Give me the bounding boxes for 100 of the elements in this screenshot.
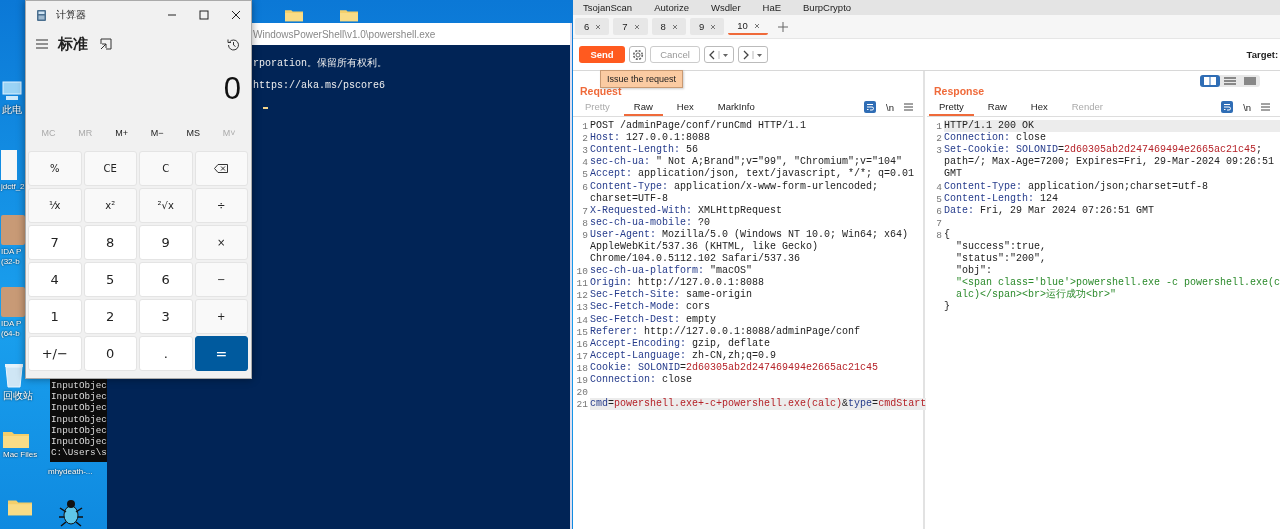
code-line: {	[944, 228, 951, 241]
view-tab[interactable]: Hex	[1020, 98, 1058, 116]
mode-title: 标准	[58, 34, 88, 54]
bug-icon[interactable]	[58, 498, 84, 528]
console-line: InputObjec	[51, 380, 107, 392]
line-number: 15	[576, 326, 588, 338]
console-line: rporation。保留所有权利。	[253, 57, 388, 71]
plus-icon[interactable]	[777, 21, 788, 32]
newline-toggle[interactable]: \n	[886, 101, 894, 113]
line-number: 17	[576, 350, 588, 362]
calculator-key[interactable]: 2	[83, 299, 137, 334]
calculator-key[interactable]: +	[194, 299, 248, 334]
folder-icon[interactable]	[3, 430, 29, 448]
code-line: Date: Fri, 29 Mar 2024 07:26:51 GMT	[944, 204, 1156, 217]
repeater-tab[interactable]: 7	[613, 18, 648, 35]
calculator-key[interactable]: C	[139, 151, 193, 186]
line-number: 11	[576, 278, 588, 290]
line-number: 9	[582, 229, 588, 241]
calculator-key[interactable]: 7	[28, 225, 82, 260]
line-number: 5	[582, 169, 588, 181]
code-line: Sec-Fetch-Site: same-origin	[590, 289, 754, 301]
keep-on-top-icon[interactable]	[100, 38, 112, 50]
forward-button[interactable]	[738, 46, 768, 63]
calculator-key[interactable]: ×	[194, 225, 248, 260]
calculator-key[interactable]: 4	[28, 262, 82, 297]
code-line: Content-Type: application/x-www-form-urlencoded;	[590, 180, 880, 193]
memory-button[interactable]: M+	[115, 128, 128, 138]
calculator-key[interactable]: 8	[83, 225, 137, 260]
text-cursor	[263, 107, 268, 109]
line-number: 13	[576, 302, 588, 314]
code-line: sec-ch-ua-platform: "macOS"	[590, 265, 754, 277]
settings-button[interactable]	[629, 46, 646, 63]
window-title: 计算器	[56, 8, 86, 22]
history-icon[interactable]	[227, 37, 240, 51]
maximize-icon[interactable]	[199, 10, 209, 20]
code-line: sec-ch-ua-mobile: ?0	[590, 216, 712, 229]
calculator-key[interactable]: 5	[83, 262, 137, 297]
calculator-key[interactable]: x²	[83, 188, 137, 223]
code-line: User-Agent: Mozilla/5.0 (Windows NT 10.0; Win64; x64)	[590, 228, 910, 241]
code-line: Referer: http://127.0.0.1:8088/adminPage/conf	[590, 325, 862, 338]
code-line: Sec-Fetch-Dest: empty	[590, 313, 718, 326]
close-icon[interactable]	[231, 10, 241, 20]
calculator-key[interactable]: 6	[139, 262, 193, 297]
code-line: Connection: close	[944, 132, 1048, 144]
code-line: POST /adminPage/conf/runCmd HTTP/1.1	[590, 120, 808, 133]
line-number: 7	[582, 205, 588, 217]
repeater-tab[interactable]: 8	[651, 18, 686, 35]
menu-icon[interactable]	[1261, 103, 1271, 111]
back-button[interactable]	[704, 46, 734, 63]
computer-icon[interactable]	[2, 80, 22, 102]
code-line: path=/; Max-Age=7200; Expires=Fri, 29-Mar-2024 09:26:51	[944, 156, 1276, 169]
code-line: Content-Length: 56	[590, 144, 700, 156]
console-line: InputObjec	[51, 413, 107, 425]
extension-tab[interactable]: HaE	[762, 2, 782, 13]
wrap-icon[interactable]	[1221, 101, 1234, 113]
pane-title: Response	[934, 85, 985, 97]
layout-toggle[interactable]	[1200, 75, 1221, 87]
console-line: C:\Users\s	[51, 447, 107, 459]
extension-tab[interactable]: TsojanScan	[583, 2, 633, 13]
extension-tab[interactable]: BurpCrypto	[803, 2, 852, 13]
wrap-icon[interactable]	[864, 101, 877, 113]
recycle-bin-icon[interactable]	[3, 362, 25, 388]
calculator-key[interactable]: −	[194, 262, 248, 297]
memory-button[interactable]: M−	[150, 128, 164, 138]
calculator-key[interactable]: ¹⁄x	[28, 188, 82, 223]
menu-icon[interactable]	[904, 103, 913, 111]
folder-icon[interactable]	[8, 498, 32, 516]
code-line: alc)</span><br>运行成功<br>"	[955, 289, 1117, 302]
line-number: 7	[936, 217, 942, 229]
calculator-key[interactable]	[194, 151, 248, 186]
calculator-key[interactable]: 0	[83, 336, 137, 371]
extension-tab[interactable]: Wsdler	[711, 2, 741, 13]
view-tab[interactable]: MarkInfo	[707, 98, 765, 116]
extension-tab[interactable]: Autorize	[654, 2, 689, 13]
newline-toggle[interactable]: \n	[1243, 101, 1252, 113]
console-line: https://aka.ms/pscore6	[253, 79, 387, 93]
memory-button[interactable]: MS	[186, 128, 200, 138]
desktop-icon-label[interactable]: 此电	[2, 104, 24, 116]
repeater-tab[interactable]: 9	[689, 18, 725, 35]
repeater-tab[interactable]: 6	[575, 18, 610, 35]
calculator-key[interactable]: 3	[139, 299, 193, 334]
view-tab[interactable]: Pretty	[929, 98, 974, 116]
code-line: Chrome/104.0.5112.102 Safari/537.36	[590, 253, 802, 265]
code-line: sec-ch-ua: " Not A;Brand";v="99", "Chromium";v="104"	[590, 156, 904, 168]
line-number: 1	[582, 121, 588, 133]
view-tab[interactable]: Raw	[977, 98, 1017, 116]
calculator-key[interactable]: ²√x	[139, 188, 193, 223]
calculator-key[interactable]: %	[28, 151, 82, 186]
calculator-key[interactable]: 1	[28, 299, 82, 334]
view-tab[interactable]: Raw	[623, 98, 663, 116]
calculator-key[interactable]: .	[139, 336, 193, 371]
calculator-key[interactable]: +/−	[28, 336, 82, 371]
calculator-key[interactable]: 9	[139, 225, 193, 260]
calculator-key[interactable]: =	[194, 336, 248, 371]
calculator-key[interactable]: ÷	[194, 188, 248, 223]
calculator-icon	[37, 9, 46, 21]
view-tab[interactable]: Hex	[666, 98, 704, 116]
menu-icon[interactable]	[36, 39, 48, 49]
calculator-key[interactable]: CE	[83, 151, 137, 186]
code-line: Connection: close	[590, 374, 694, 386]
